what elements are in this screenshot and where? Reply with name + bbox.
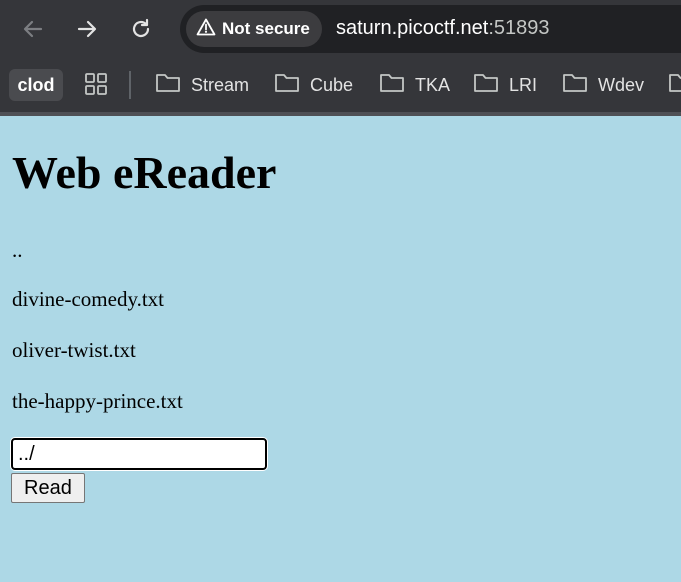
bookmarks-bar: clod Stream Cube TKA LRI Wdev [0,58,681,112]
bookmark-label: TKA [415,74,451,95]
bookmarks-divider [129,71,131,99]
forward-button[interactable] [70,12,104,46]
reload-button[interactable] [124,12,158,46]
bookmark-profile-chip[interactable]: clod [9,69,63,101]
bookmark-stream[interactable]: Stream [155,71,249,99]
grid-apps-icon[interactable] [84,72,108,101]
warning-triangle-icon [196,18,216,41]
url-port: :51893 [488,17,550,39]
browser-chrome: Not secure saturn.picoctf.net:51893 clod… [0,0,681,116]
url-host: saturn.picoctf.net [336,17,489,39]
file-link-oliver-twist[interactable]: oliver-twist.txt [12,340,136,361]
bookmark-label: Stream [191,74,250,95]
bookmark-label: Cube [310,74,354,95]
security-indicator[interactable]: Not secure [186,11,322,47]
folder-icon [473,72,499,99]
bookmark-label: LRI [509,74,538,95]
address-bar[interactable]: Not secure saturn.picoctf.net:51893 [180,5,681,53]
folder-icon [668,72,681,99]
bookmark-cube[interactable]: Cube [274,71,353,99]
read-button[interactable]: Read [11,473,85,503]
arrow-right-icon [76,18,98,40]
arrow-left-icon [22,18,44,40]
file-link-the-happy-prince[interactable]: the-happy-prince.txt [12,391,183,412]
bookmark-tka[interactable]: TKA [379,71,450,99]
file-path-input[interactable] [11,438,267,470]
reload-icon [130,18,152,40]
back-button[interactable] [16,12,50,46]
folder-icon [155,72,181,99]
bookmark-overflow[interactable] [668,71,681,99]
url-text[interactable]: saturn.picoctf.net:51893 [336,17,549,40]
bookmark-wdev[interactable]: Wdev [562,71,644,99]
folder-icon [379,72,405,99]
folder-icon [562,72,588,99]
file-link-divine-comedy[interactable]: divine-comedy.txt [12,289,164,310]
file-link-parent[interactable]: .. [12,240,23,261]
folder-icon [274,72,300,99]
page-title: Web eReader [12,147,277,198]
page-content: Web eReader .. divine-comedy.txt oliver-… [0,116,681,582]
security-label: Not secure [222,19,310,38]
bookmark-lri[interactable]: LRI [473,71,537,99]
bookmark-label: Wdev [598,74,645,95]
browser-toolbar: Not secure saturn.picoctf.net:51893 [0,0,681,58]
